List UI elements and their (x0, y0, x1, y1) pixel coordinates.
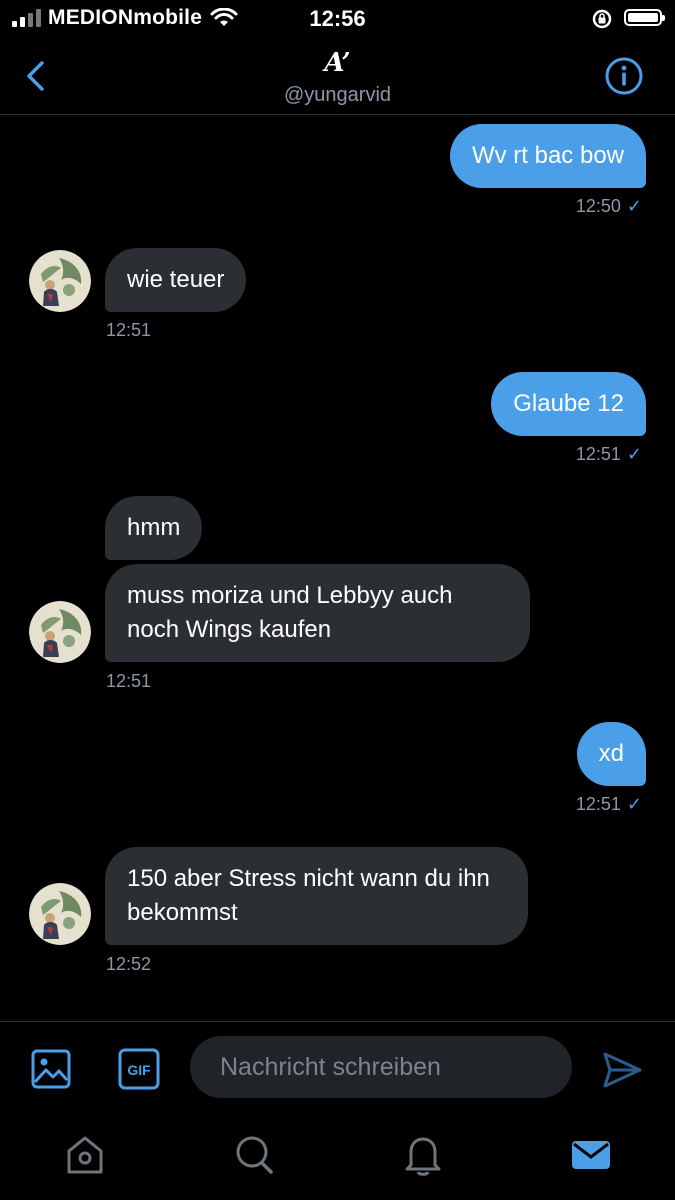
messages-envelope-icon[interactable] (570, 1133, 612, 1177)
gif-icon[interactable]: GIF (118, 1048, 160, 1090)
received-message[interactable]: 150 aber Stress nicht wann du ihn bekomm… (105, 847, 528, 945)
message-input[interactable]: Nachricht schreiben (190, 1036, 572, 1098)
conversation-handle[interactable]: @yungarvid (0, 84, 675, 107)
tab-bar (0, 1115, 675, 1200)
avatar[interactable] (29, 250, 91, 312)
sent-message[interactable]: Glaube 12 (491, 372, 646, 436)
avatar[interactable] (29, 601, 91, 663)
rotation-lock-icon (592, 9, 612, 29)
message-timestamp: 12:51 (106, 671, 152, 691)
gif-label: GIF (127, 1062, 151, 1078)
message-timestamp: 12:51 (106, 320, 152, 340)
send-icon[interactable] (600, 1048, 644, 1092)
info-button[interactable] (604, 56, 644, 96)
home-icon[interactable] (64, 1133, 106, 1177)
conversation-title[interactable]: A’ (0, 48, 675, 78)
status-time: 12:56 (309, 6, 366, 31)
notifications-bell-icon[interactable] (402, 1133, 444, 1177)
image-icon[interactable] (30, 1048, 72, 1090)
sent-message[interactable]: Wv rt bac bow (449, 124, 646, 188)
status-bar: MEDIONmobile 12:56 (0, 0, 675, 40)
message-timestamp: 12:52 (106, 954, 152, 974)
avatar[interactable] (29, 883, 91, 945)
delivered-check-icon: ✓ (626, 196, 642, 216)
message-timestamp: 12:50 ✓ (575, 196, 642, 216)
message-timestamp: 12:51 ✓ (575, 794, 642, 814)
received-message[interactable]: muss moriza und Lebbyy auch noch Wings k… (105, 564, 530, 662)
message-composer: GIF Nachricht schreiben (0, 1021, 675, 1116)
received-message[interactable]: hmm (105, 496, 203, 560)
delivered-check-icon: ✓ (626, 794, 642, 814)
received-message[interactable]: wie teuer (105, 248, 247, 312)
delivered-check-icon: ✓ (626, 444, 642, 464)
conversation-header: A’ @yungarvid (0, 40, 675, 115)
battery-icon (624, 9, 665, 26)
message-timestamp: 12:51 ✓ (575, 444, 642, 464)
search-icon[interactable] (233, 1133, 275, 1177)
sent-message[interactable]: xd (576, 722, 646, 786)
